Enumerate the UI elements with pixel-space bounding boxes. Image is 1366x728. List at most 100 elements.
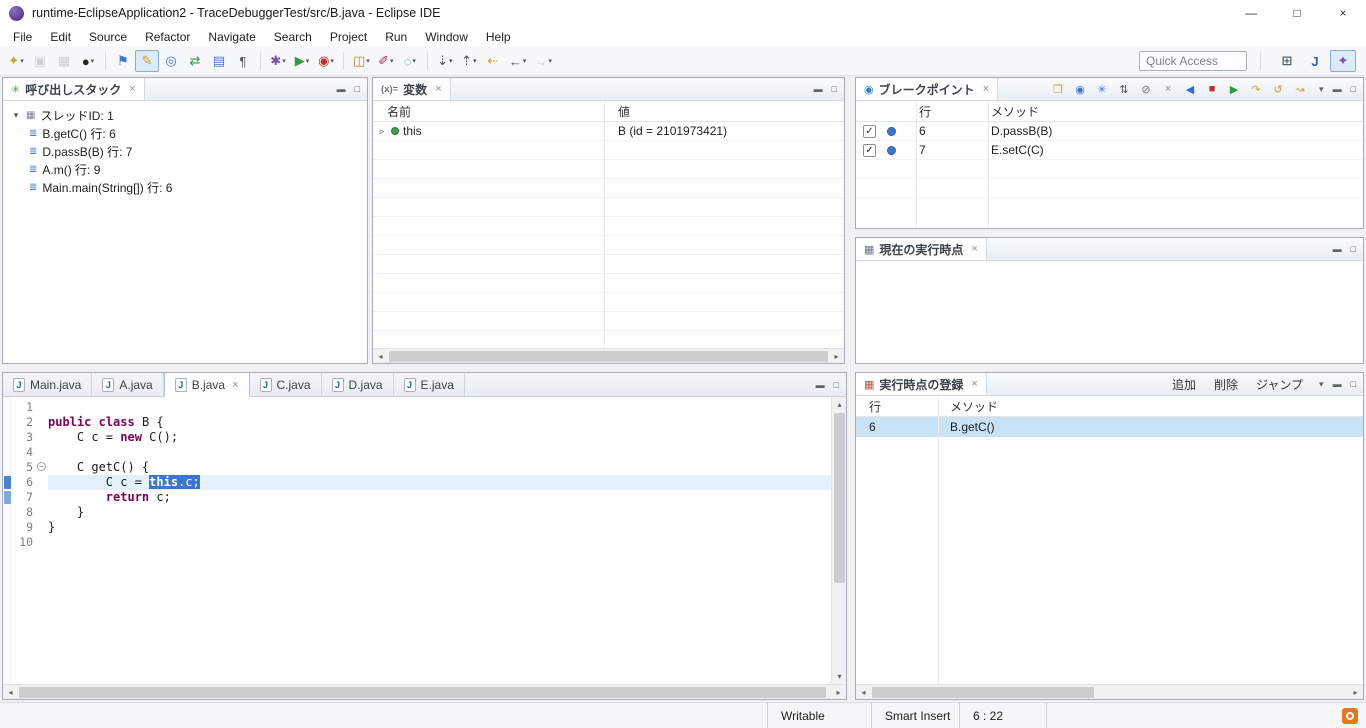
- scroll-up-icon[interactable]: ▴: [832, 397, 846, 412]
- open-trace-button[interactable]: ◫▾: [349, 50, 374, 72]
- code-line[interactable]: C c = this.c;: [48, 475, 831, 490]
- save-all-button[interactable]: ▦: [52, 50, 76, 72]
- call-stack-frame[interactable]: ≣B.getC() 行: 6: [3, 124, 367, 142]
- close-view-icon[interactable]: ×: [983, 83, 989, 95]
- step-return-button[interactable]: ↝: [1290, 79, 1310, 99]
- editor-tab-e-java[interactable]: JE.java: [394, 373, 465, 396]
- back-button[interactable]: ←▾: [505, 50, 531, 72]
- minimize-view-icon[interactable]: ▬: [1333, 379, 1342, 389]
- exec-points-view-tab[interactable]: ▦ 実行時点の登録 ×: [856, 373, 987, 395]
- editor-vscrollbar[interactable]: ▴ ▾: [831, 397, 846, 684]
- maximize-view-icon[interactable]: □: [355, 84, 360, 94]
- scrollbar-thumb[interactable]: [389, 351, 828, 362]
- scroll-left-icon[interactable]: ◂: [3, 685, 18, 700]
- sort-breakpoints-button[interactable]: ⇅: [1114, 79, 1134, 99]
- compare-trace-button[interactable]: ⇄: [183, 50, 207, 72]
- call-stack-frame[interactable]: ≣Main.main(String[]) 行: 6: [3, 178, 367, 196]
- code-line[interactable]: [48, 445, 831, 460]
- breakpoint-row[interactable]: ✓7E.setC(C): [856, 141, 1363, 160]
- editor-tab-a-java[interactable]: JA.java: [92, 373, 163, 396]
- exec-point-row[interactable]: 6B.getC(): [856, 417, 1363, 437]
- account-button[interactable]: ●▾: [76, 50, 100, 72]
- next-annotation-button[interactable]: ⇣▾: [433, 50, 457, 72]
- close-window-button[interactable]: ×: [1320, 0, 1366, 26]
- fold-collapse-icon[interactable]: −: [37, 462, 46, 471]
- menu-file[interactable]: File: [4, 28, 41, 46]
- code-line[interactable]: return c;: [48, 490, 831, 505]
- last-edit-location-button[interactable]: ⇠: [481, 50, 505, 72]
- editor-tab-c-java[interactable]: JC.java: [250, 373, 322, 396]
- call-stack-frame[interactable]: ≣A.m() 行: 9: [3, 160, 367, 178]
- call-stack-frame[interactable]: ≣D.passB(B) 行: 7: [3, 142, 367, 160]
- forward-button[interactable]: →▾: [530, 50, 556, 72]
- minimize-window-button[interactable]: —: [1228, 0, 1274, 26]
- scrollbar-thumb[interactable]: [834, 413, 845, 583]
- delete-button[interactable]: 削除: [1205, 376, 1247, 393]
- variables-hscrollbar[interactable]: ◂ ▸: [373, 348, 844, 363]
- minimize-view-icon[interactable]: ▬: [337, 84, 346, 94]
- navigate-trace-button[interactable]: ◎: [159, 50, 183, 72]
- menu-source[interactable]: Source: [80, 28, 136, 46]
- editor-tab-d-java[interactable]: JD.java: [322, 373, 394, 396]
- step-back-button[interactable]: ◀: [1180, 79, 1200, 99]
- maximize-view-icon[interactable]: □: [1351, 84, 1356, 94]
- scroll-right-icon[interactable]: ▸: [829, 349, 844, 363]
- minimize-view-icon[interactable]: ▬: [814, 84, 823, 94]
- code-line[interactable]: }: [48, 520, 831, 535]
- convert-breakpoint-button[interactable]: ✳: [1092, 79, 1112, 99]
- menu-edit[interactable]: Edit: [41, 28, 80, 46]
- maximize-window-button[interactable]: □: [1274, 0, 1320, 26]
- column-header-method[interactable]: メソッド: [938, 396, 1363, 416]
- menu-navigate[interactable]: Navigate: [199, 28, 264, 46]
- close-view-icon[interactable]: ×: [971, 378, 977, 390]
- editor-tab-main-java[interactable]: JMain.java: [3, 373, 92, 396]
- skip-breakpoints-button[interactable]: ⚑: [111, 50, 135, 72]
- close-view-icon[interactable]: ×: [971, 243, 977, 255]
- code-line[interactable]: [48, 400, 831, 415]
- menu-project[interactable]: Project: [321, 28, 376, 46]
- jump-button[interactable]: ジャンプ: [1247, 376, 1312, 393]
- open-perspective-button[interactable]: ⊞: [1274, 50, 1300, 72]
- open-trace-file-button[interactable]: ❒: [1048, 79, 1068, 99]
- menu-help[interactable]: Help: [477, 28, 520, 46]
- editor-tab-b-java[interactable]: JB.java×: [164, 373, 250, 397]
- scroll-left-icon[interactable]: ◂: [856, 685, 871, 699]
- close-view-icon[interactable]: ×: [435, 83, 441, 95]
- scrollbar-thumb[interactable]: [19, 687, 826, 698]
- menu-run[interactable]: Run: [376, 28, 416, 46]
- scroll-right-icon[interactable]: ▸: [831, 685, 846, 700]
- column-header-line[interactable]: 行: [916, 101, 988, 121]
- breakpoints-view-tab[interactable]: ◉ ブレークポイント ×: [856, 78, 998, 100]
- show-whitespace-button[interactable]: ¶: [231, 50, 255, 72]
- variable-row[interactable]: ▹thisB (id = 2101973421): [373, 122, 844, 141]
- code-line[interactable]: public class B {: [48, 415, 831, 430]
- close-tab-icon[interactable]: ×: [232, 379, 238, 391]
- search-trace-button[interactable]: ✐▾: [374, 50, 398, 72]
- run-button[interactable]: ▶▾: [290, 50, 314, 72]
- menu-search[interactable]: Search: [265, 28, 321, 46]
- maximize-view-icon[interactable]: □: [834, 380, 839, 390]
- menu-window[interactable]: Window: [416, 28, 477, 46]
- new-wizard-button[interactable]: ✦▾: [4, 50, 28, 72]
- menu-refactor[interactable]: Refactor: [136, 28, 199, 46]
- view-menu-icon[interactable]: ▾: [1319, 84, 1324, 95]
- code-line[interactable]: }: [48, 505, 831, 520]
- exec-points-hscrollbar[interactable]: ◂ ▸: [856, 684, 1363, 699]
- current-exec-view-tab[interactable]: ▦ 現在の実行時点 ×: [856, 238, 987, 260]
- resume-button[interactable]: ▶: [1224, 79, 1244, 99]
- minimize-view-icon[interactable]: ▬: [1333, 84, 1342, 94]
- maximize-view-icon[interactable]: □: [832, 84, 837, 94]
- link-with-debug-button[interactable]: ◉: [1070, 79, 1090, 99]
- scrollbar-thumb[interactable]: [872, 687, 1094, 698]
- save-button[interactable]: ▣: [28, 50, 52, 72]
- editor-body[interactable]: 12345678910 − public class B { C c = new…: [3, 397, 846, 684]
- call-stack-thread-row[interactable]: ▾ ▦ スレッドID: 1: [3, 106, 367, 124]
- breakpoint-row[interactable]: ✓6D.passB(B): [856, 122, 1363, 141]
- step-over-button[interactable]: ↺: [1268, 79, 1288, 99]
- scroll-down-icon[interactable]: ▾: [832, 669, 846, 684]
- remove-breakpoint-button[interactable]: ×: [1158, 79, 1178, 99]
- code-line[interactable]: C c = new C();: [48, 430, 831, 445]
- maximize-view-icon[interactable]: □: [1351, 244, 1356, 254]
- quick-access-box[interactable]: Quick Access: [1139, 51, 1247, 71]
- variable-expander-icon[interactable]: ▹: [377, 126, 387, 137]
